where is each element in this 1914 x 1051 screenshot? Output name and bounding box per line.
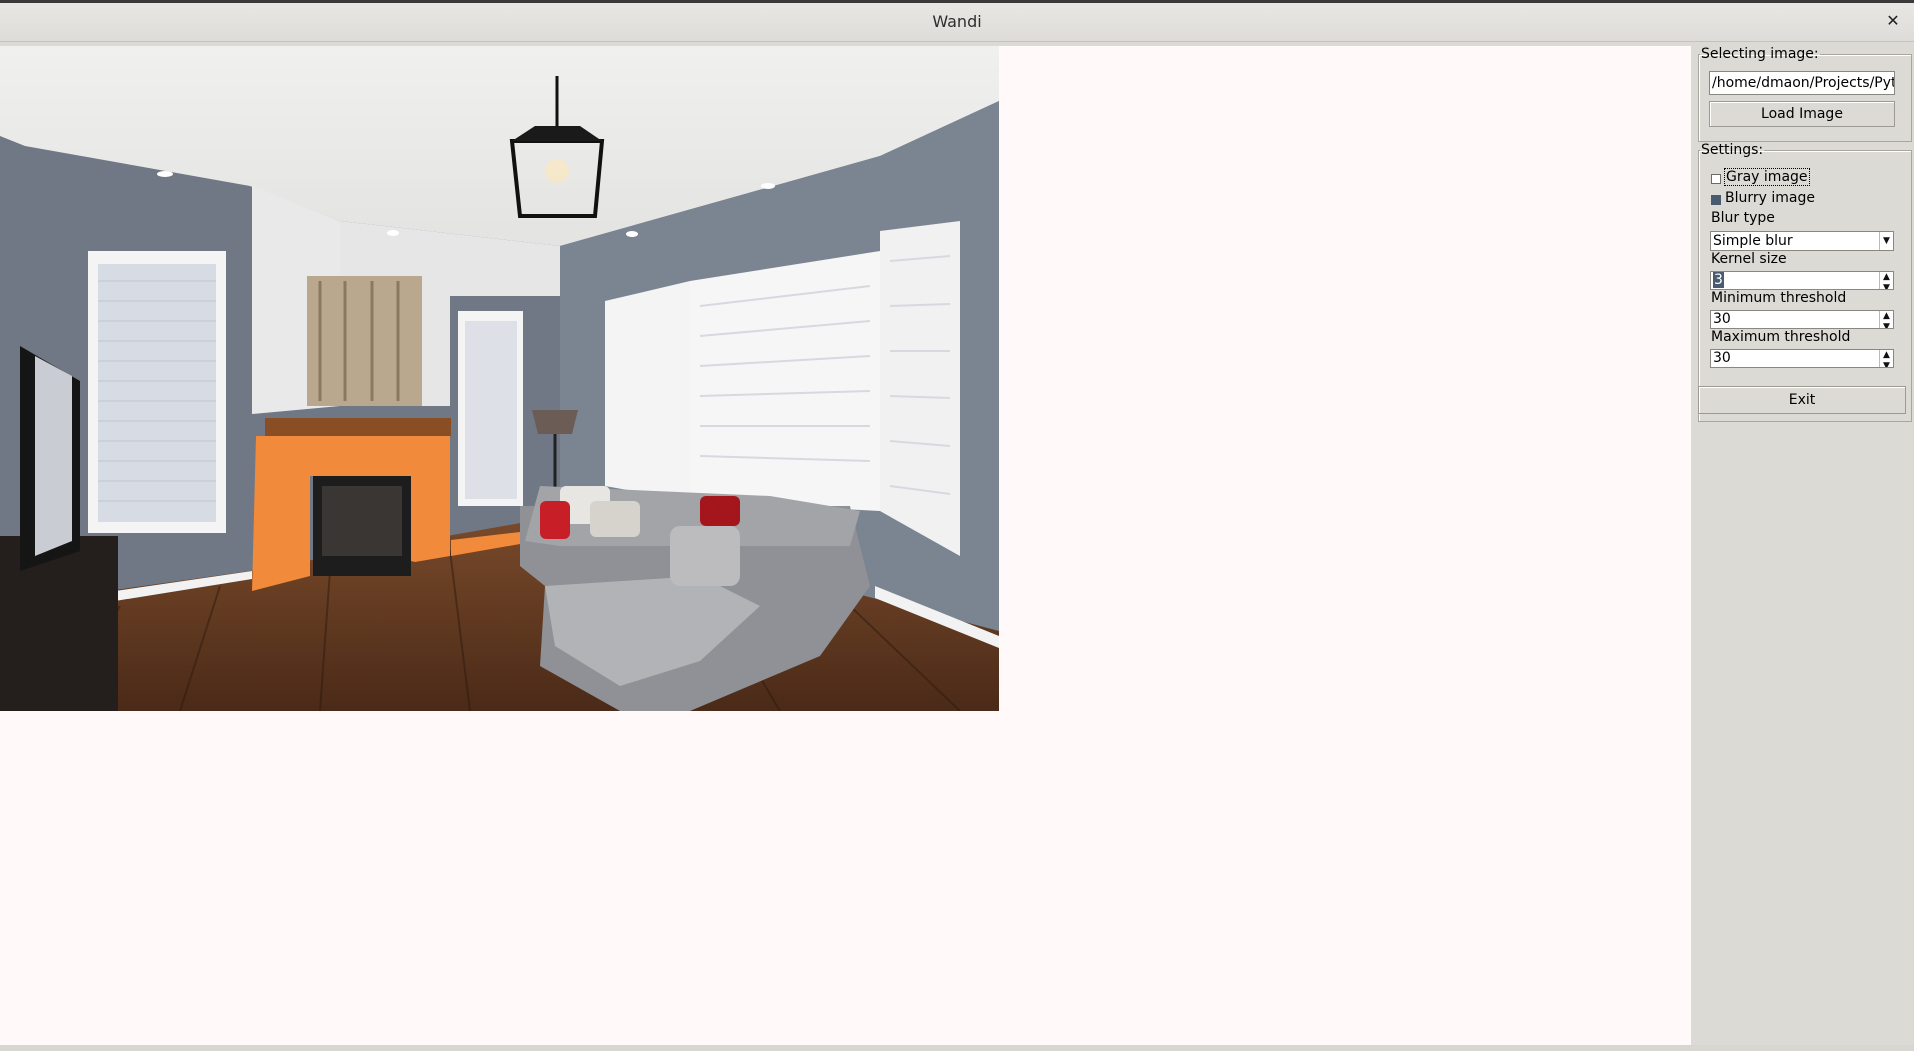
gray-image-checkbox[interactable]	[1711, 174, 1721, 184]
exit-button[interactable]: Exit	[1698, 386, 1906, 414]
blur-type-value: Simple blur	[1713, 233, 1793, 249]
chevron-down-icon[interactable]: ▼	[1879, 232, 1893, 250]
min-threshold-label: Minimum threshold	[1711, 290, 1847, 306]
blurry-image-label[interactable]: Blurry image	[1725, 190, 1815, 206]
settings-legend: Settings:	[1701, 142, 1764, 158]
blurry-image-checkbox[interactable]	[1711, 195, 1721, 205]
image-selection-legend: Selecting image:	[1701, 46, 1819, 62]
min-threshold-value: 30	[1713, 311, 1731, 327]
title-bar: Wandi ✕	[0, 0, 1914, 42]
spin-arrows-icon[interactable]: ▲ ▼	[1879, 350, 1893, 367]
max-threshold-value: 30	[1713, 350, 1731, 366]
max-threshold-label: Maximum threshold	[1711, 329, 1851, 345]
blur-type-label: Blur type	[1711, 210, 1775, 226]
image-path-input[interactable]: /home/dmaon/Projects/Pytho	[1709, 71, 1895, 95]
max-threshold-spinbox[interactable]: 30 ▲ ▼	[1710, 349, 1894, 368]
blur-type-select[interactable]: Simple blur ▼	[1710, 231, 1894, 251]
kernel-size-label: Kernel size	[1711, 251, 1787, 267]
spin-arrows-icon[interactable]: ▲ ▼	[1879, 311, 1893, 328]
close-icon[interactable]: ✕	[1882, 10, 1904, 32]
control-panel: Selecting image: /home/dmaon/Projects/Py…	[1691, 42, 1914, 1045]
spin-arrows-icon[interactable]: ▲ ▼	[1879, 272, 1893, 289]
kernel-size-spinbox[interactable]: 3 ▲ ▼	[1710, 271, 1894, 290]
image-canvas	[0, 46, 1691, 1045]
living-room-image	[0, 46, 999, 711]
room-photo	[0, 46, 999, 711]
load-image-button[interactable]: Load Image	[1709, 101, 1895, 127]
window-title: Wandi	[932, 12, 982, 31]
kernel-size-value: 3	[1713, 272, 1724, 288]
gray-image-label-wrap[interactable]: Gray image	[1724, 168, 1810, 186]
gray-image-label[interactable]: Gray image	[1724, 168, 1810, 186]
window-bottom-border	[0, 1045, 1914, 1051]
min-threshold-spinbox[interactable]: 30 ▲ ▼	[1710, 310, 1894, 329]
